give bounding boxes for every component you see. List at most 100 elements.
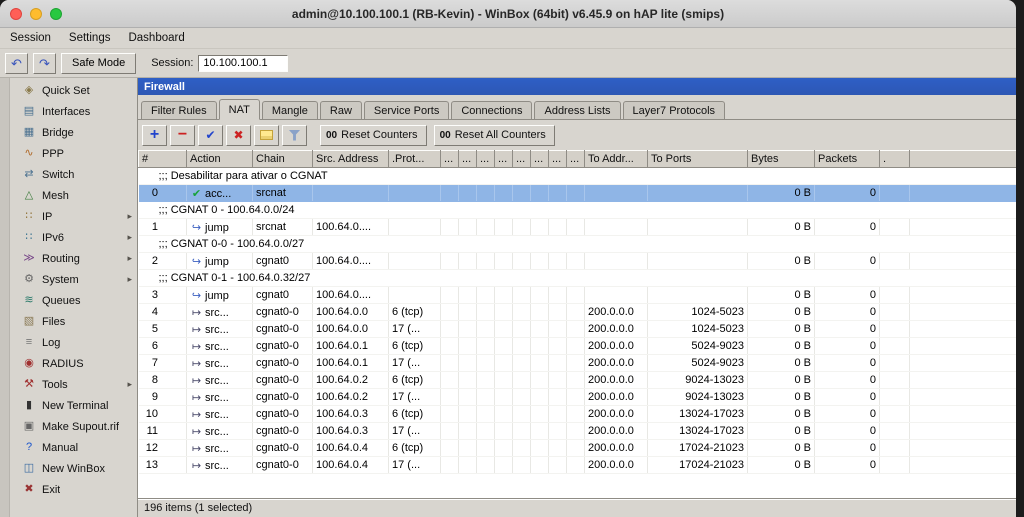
redo-icon: ↷ [39, 57, 50, 70]
sidebar-item-mesh[interactable]: △Mesh [10, 185, 137, 206]
winbox-window: admin@10.100.100.1 (RB-Kevin) - WinBox (… [0, 0, 1016, 517]
sidebar-item-quick-set[interactable]: ◈Quick Set [10, 80, 137, 101]
table-row[interactable]: 5↦src...cgnat0-0100.64.0.017 (...200.0.0… [139, 321, 1017, 338]
minimize-window-button[interactable] [30, 8, 42, 20]
sidebar-item-label: Exit [42, 484, 60, 496]
cell-chain: cgnat0-0 [253, 457, 313, 474]
table-row[interactable]: 11↦src...cgnat0-0100.64.0.317 (...200.0.… [139, 423, 1017, 440]
column-header-more-6[interactable]: ... [459, 151, 477, 168]
sidebar-item-label: Mesh [42, 190, 69, 202]
sidebar-item-ppp[interactable]: ∿PPP [10, 143, 137, 164]
cell-extra [549, 253, 567, 270]
action-toolbar: + − ✔ ✖ 00 Reset Counters 00 Reset All C… [138, 120, 1016, 150]
window-edge [0, 78, 10, 517]
table-row[interactable]: 7↦src...cgnat0-0100.64.0.117 (...200.0.0… [139, 355, 1017, 372]
filter-button[interactable] [282, 125, 307, 146]
tab-address-lists[interactable]: Address Lists [534, 101, 620, 119]
sidebar-item-ip[interactable]: ∷IP▸ [10, 206, 137, 227]
tab-filter-rules[interactable]: Filter Rules [141, 101, 217, 119]
table-row[interactable]: 1↪jumpsrcnat100.64.0....0 B0 [139, 219, 1017, 236]
close-window-button[interactable] [10, 8, 22, 20]
table-row[interactable]: 13↦src...cgnat0-0100.64.0.417 (...200.0.… [139, 457, 1017, 474]
disable-rule-button[interactable]: ✖ [226, 125, 251, 146]
column-header-action[interactable]: Action [187, 151, 253, 168]
column-header-more-5[interactable]: ... [441, 151, 459, 168]
table-row[interactable]: 9↦src...cgnat0-0100.64.0.217 (...200.0.0… [139, 389, 1017, 406]
cell-to-ports [648, 185, 748, 202]
tab-nat[interactable]: NAT [219, 99, 260, 120]
sidebar-item-files[interactable]: ▧Files [10, 311, 137, 332]
table-row[interactable]: 6↦src...cgnat0-0100.64.0.16 (tcp)200.0.0… [139, 338, 1017, 355]
safe-mode-button[interactable]: Safe Mode [61, 53, 136, 74]
table-row[interactable]: 10↦src...cgnat0-0100.64.0.36 (tcp)200.0.… [139, 406, 1017, 423]
table-row[interactable]: 3↪jumpcgnat0100.64.0....0 B0 [139, 287, 1017, 304]
redo-button[interactable]: ↷ [33, 53, 56, 74]
column-header-more-12[interactable]: ... [567, 151, 585, 168]
cell-extra [495, 287, 513, 304]
undo-button[interactable]: ↶ [5, 53, 28, 74]
enable-rule-button[interactable]: ✔ [198, 125, 223, 146]
cell-extra [495, 338, 513, 355]
remove-rule-button[interactable]: − [170, 125, 195, 146]
menu-item-session[interactable]: Session [10, 32, 51, 44]
cell-end [880, 304, 910, 321]
sidebar-item-routing[interactable]: ≫Routing▸ [10, 248, 137, 269]
comment-button[interactable] [254, 125, 279, 146]
column-header-more-8[interactable]: ... [495, 151, 513, 168]
table-row[interactable]: 8↦src...cgnat0-0100.64.0.26 (tcp)200.0.0… [139, 372, 1017, 389]
column-header-number[interactable]: # [139, 151, 187, 168]
sidebar-item-ipv6[interactable]: ∷IPv6▸ [10, 227, 137, 248]
column-header-bytes[interactable]: Bytes [748, 151, 815, 168]
table-row[interactable]: 12↦src...cgnat0-0100.64.0.46 (tcp)200.0.… [139, 440, 1017, 457]
comment-row[interactable]: ;;; CGNAT 0-1 - 100.64.0.32/27 [139, 270, 1017, 287]
sidebar-item-new-terminal[interactable]: ▮New Terminal [10, 395, 137, 416]
tab-service-ports[interactable]: Service Ports [364, 101, 449, 119]
column-header-to-addr[interactable]: To Addr... [585, 151, 648, 168]
cell-extra [513, 219, 531, 236]
menu-item-dashboard[interactable]: Dashboard [128, 32, 184, 44]
make-supout-icon: ▣ [22, 421, 36, 432]
tab-raw[interactable]: Raw [320, 101, 362, 119]
column-header-more-7[interactable]: ... [477, 151, 495, 168]
comment-row[interactable]: ;;; Desabilitar para ativar o CGNAT [139, 168, 1017, 185]
cell-protocol [389, 219, 441, 236]
sidebar-item-manual[interactable]: ?Manual [10, 437, 137, 458]
table-row[interactable]: 4↦src...cgnat0-0100.64.0.06 (tcp)200.0.0… [139, 304, 1017, 321]
sidebar-item-switch[interactable]: ⇄Switch [10, 164, 137, 185]
table-row[interactable]: 2↪jumpcgnat0100.64.0....0 B0 [139, 253, 1017, 270]
menu-item-settings[interactable]: Settings [69, 32, 111, 44]
sidebar-item-exit[interactable]: ✖Exit [10, 479, 137, 500]
sidebar-item-make-supout-rif[interactable]: ▣Make Supout.rif [10, 416, 137, 437]
column-header-more-10[interactable]: ... [531, 151, 549, 168]
column-header-chain[interactable]: Chain [253, 151, 313, 168]
table-row[interactable]: 0✔acc...srcnat0 B0 [139, 185, 1017, 202]
sidebar-item-radius[interactable]: ◉RADIUS [10, 353, 137, 374]
sidebar-item-system[interactable]: ⚙System▸ [10, 269, 137, 290]
session-field[interactable]: 10.100.100.1 [198, 55, 288, 72]
sidebar-item-queues[interactable]: ≋Queues [10, 290, 137, 311]
column-header-packets[interactable]: Packets [815, 151, 880, 168]
column-header-to-ports[interactable]: To Ports [648, 151, 748, 168]
sidebar-item-label: Bridge [42, 127, 74, 139]
column-header-more-9[interactable]: ... [513, 151, 531, 168]
column-header-prot[interactable]: .Prot... [389, 151, 441, 168]
tab-layer7-protocols[interactable]: Layer7 Protocols [623, 101, 726, 119]
tab-mangle[interactable]: Mangle [262, 101, 318, 119]
sidebar-item-tools[interactable]: ⚒Tools▸ [10, 374, 137, 395]
cell-extra [531, 372, 549, 389]
add-rule-button[interactable]: + [142, 125, 167, 146]
column-header-src-address[interactable]: Src. Address [313, 151, 389, 168]
sidebar-item-interfaces[interactable]: ▤Interfaces [10, 101, 137, 122]
comment-row[interactable]: ;;; CGNAT 0-0 - 100.64.0.0/27 [139, 236, 1017, 253]
panel-title: Firewall [138, 78, 1016, 95]
column-header-dot[interactable]: . [880, 151, 910, 168]
reset-all-counters-button[interactable]: 00 Reset All Counters [434, 125, 555, 146]
reset-counters-button[interactable]: 00 Reset Counters [320, 125, 427, 146]
tab-connections[interactable]: Connections [451, 101, 532, 119]
comment-row[interactable]: ;;; CGNAT 0 - 100.64.0.0/24 [139, 202, 1017, 219]
sidebar-item-new-winbox[interactable]: ◫New WinBox [10, 458, 137, 479]
column-header-more-11[interactable]: ... [549, 151, 567, 168]
sidebar-item-bridge[interactable]: ▦Bridge [10, 122, 137, 143]
fullscreen-window-button[interactable] [50, 8, 62, 20]
sidebar-item-log[interactable]: ≡Log [10, 332, 137, 353]
